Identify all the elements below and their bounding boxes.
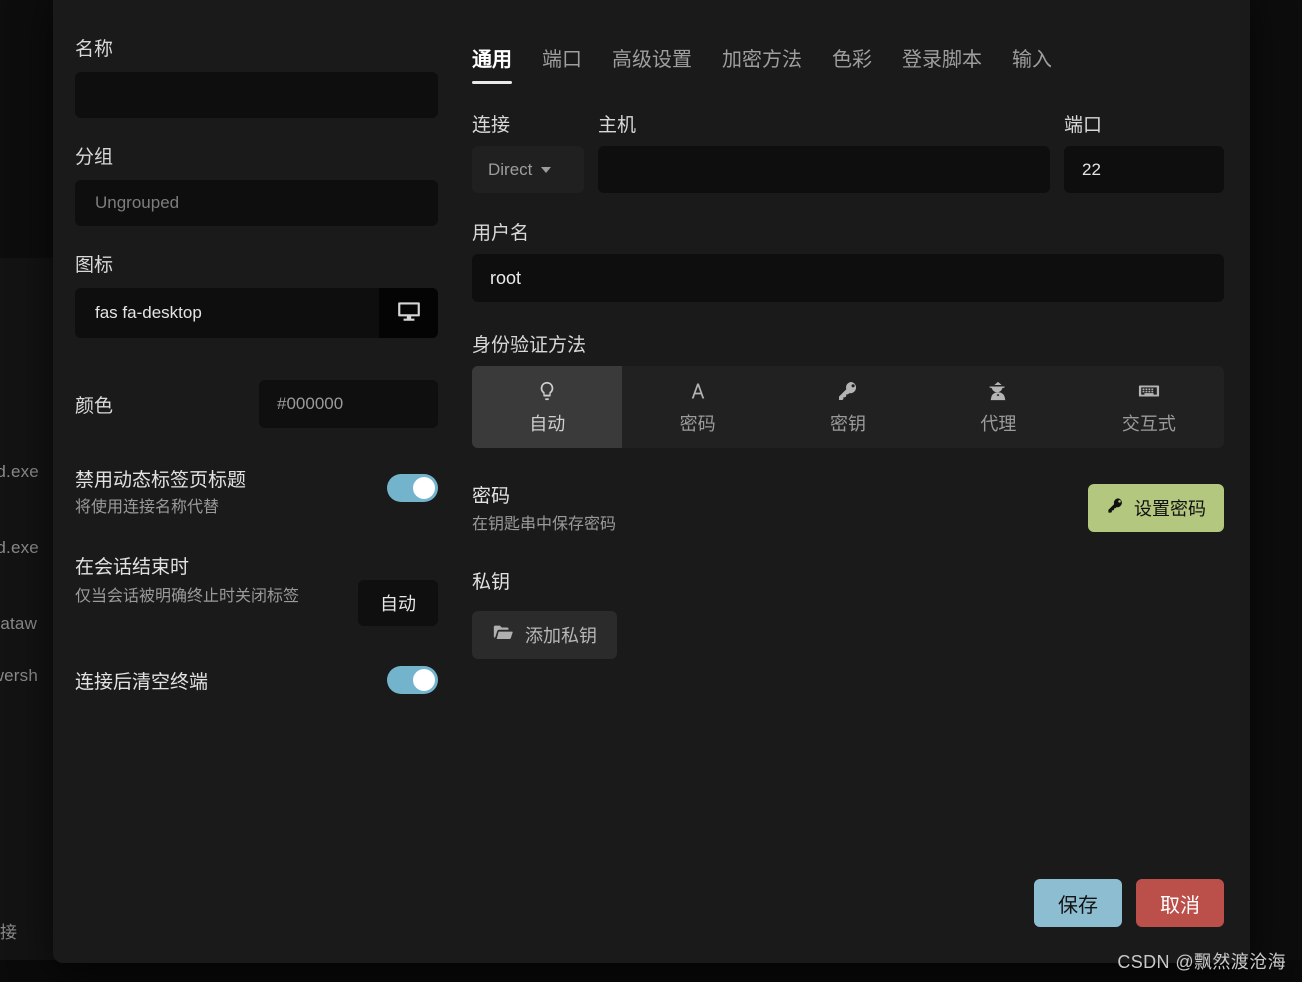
key-icon [836, 378, 860, 404]
tab-port[interactable]: 端口 [542, 43, 582, 84]
auth-method-password[interactable]: 密码 [622, 366, 772, 448]
background-list-item: owersh [0, 666, 39, 685]
on-session-end-row: 在会话结束时 仅当会话被明确终止时关闭标签 自动 [75, 554, 438, 626]
name-field-group: 名称 [75, 38, 459, 118]
background-list-item: md.exe [0, 538, 39, 557]
auth-method-button-group: 自动 密码 密钥 代理 交互式 [472, 366, 1224, 448]
port-field-group: 端口 [1064, 110, 1224, 193]
tab-encryption[interactable]: 加密方法 [722, 43, 802, 84]
password-row: 密码 在钥匙串中保存密码 设置密码 [472, 484, 1224, 537]
auth-method-label-interactive: 交互式 [1121, 414, 1176, 434]
name-label: 名称 [75, 39, 114, 60]
folder-open-icon [492, 622, 514, 649]
port-label: 端口 [1064, 115, 1103, 136]
left-settings-column: 名称 分组 图标 [75, 38, 459, 694]
icon-label: 图标 [75, 255, 114, 276]
desktop-icon [396, 298, 422, 329]
keyboard-icon [1136, 378, 1162, 404]
password-sublabel: 在钥匙串中保存密码 [472, 516, 617, 533]
letter-a-icon [688, 378, 708, 404]
set-password-button[interactable]: 设置密码 [1088, 484, 1224, 532]
icon-field-group: 图标 [75, 254, 459, 338]
save-button[interactable]: 保存 [1034, 879, 1122, 927]
auth-method-interactive[interactable]: 交互式 [1074, 366, 1224, 448]
connection-type-value: Direct [488, 159, 533, 179]
icon-preview-button[interactable] [379, 288, 438, 338]
group-field-group: 分组 [75, 146, 459, 226]
background-bottom-strip [0, 960, 1302, 982]
disable-dynamic-title-label: 禁用动态标签页标题 [75, 470, 247, 491]
private-key-label: 私钥 [472, 572, 511, 593]
tab-colors[interactable]: 色彩 [832, 43, 872, 84]
dialog-body: 名称 分组 图标 [53, 0, 1250, 963]
disable-dynamic-title-sublabel: 将使用连接名称代替 [75, 499, 220, 516]
connection-type-select[interactable]: Direct [472, 146, 584, 193]
auth-method-label-key: 密钥 [830, 414, 867, 434]
password-text: 密码 在钥匙串中保存密码 [472, 484, 616, 537]
group-label: 分组 [75, 147, 114, 168]
auth-method-key[interactable]: 密钥 [773, 366, 923, 448]
on-session-end-text: 在会话结束时 仅当会话被明确终止时关闭标签 [75, 554, 299, 611]
clear-terminal-label: 连接后清空终端 [75, 671, 209, 693]
cancel-button[interactable]: 取消 [1136, 879, 1224, 927]
dialog-footer: 保存 取消 [1034, 879, 1224, 927]
auth-method-agent[interactable]: 代理 [923, 366, 1073, 448]
toggle-knob [413, 669, 435, 691]
clear-terminal-row: 连接后清空终端 [75, 666, 438, 694]
watermark: CSDN @飘然渡沧海 [1117, 952, 1286, 972]
username-input[interactable] [472, 254, 1224, 302]
port-input[interactable] [1064, 146, 1224, 193]
color-input[interactable] [259, 380, 438, 428]
add-private-key-button-label: 添加私钥 [525, 626, 597, 646]
username-field-group: 用户名 [472, 218, 1224, 302]
tab-login-script[interactable]: 登录脚本 [902, 43, 982, 84]
private-key-group: 私钥 添加私钥 [472, 567, 1224, 659]
host-field-group: 主机 [598, 110, 1050, 193]
disable-dynamic-title-toggle[interactable] [387, 474, 438, 502]
on-session-end-select[interactable]: 自动 [358, 580, 438, 626]
on-session-end-sublabel: 仅当会话被明确终止时关闭标签 [75, 588, 300, 605]
right-settings-column: 通用 端口 高级设置 加密方法 色彩 登录脚本 输入 连接 Direct 主机 … [472, 38, 1224, 659]
name-input[interactable] [75, 72, 438, 118]
connection-field-group: 连接 Direct [472, 110, 584, 193]
set-password-button-label: 设置密码 [1134, 499, 1206, 519]
auth-method-auto[interactable]: 自动 [472, 366, 623, 448]
settings-tabs: 通用 端口 高级设置 加密方法 色彩 登录脚本 输入 [472, 38, 1224, 84]
lightbulb-icon [536, 378, 558, 404]
host-input[interactable] [598, 146, 1050, 193]
background-list-item: 接 [0, 923, 18, 942]
auth-method-label-auto: 自动 [529, 414, 566, 434]
screen: md.exe md.exe ydataw owersh 接 名称 分组 图标 [0, 0, 1302, 982]
connection-settings-dialog: 名称 分组 图标 [53, 0, 1250, 963]
group-input[interactable] [75, 180, 438, 226]
username-label: 用户名 [472, 223, 530, 244]
background-list-item: ydataw [0, 614, 38, 633]
color-field-group: 颜色 [75, 380, 459, 428]
chevron-down-icon [541, 166, 552, 173]
disable-dynamic-title-text: 禁用动态标签页标题 将使用连接名称代替 [75, 468, 246, 520]
clear-terminal-toggle[interactable] [387, 666, 438, 694]
auth-method-group: 身份验证方法 自动 密码 密钥 代理 交互式 [472, 330, 1224, 448]
add-private-key-button[interactable]: 添加私钥 [472, 611, 617, 659]
on-session-end-label: 在会话结束时 [75, 557, 190, 578]
icon-input-row [75, 288, 438, 338]
color-label: 颜色 [75, 395, 114, 417]
connection-host-port-row: 连接 Direct 主机 端口 [472, 110, 1224, 193]
disable-dynamic-title-row: 禁用动态标签页标题 将使用连接名称代替 [75, 468, 438, 520]
auth-method-label-password: 密码 [679, 414, 716, 434]
tab-general[interactable]: 通用 [472, 43, 512, 84]
key-icon [1106, 496, 1125, 520]
auth-method-label-agent: 代理 [980, 414, 1017, 434]
background-list-item: md.exe [0, 462, 39, 481]
host-label: 主机 [598, 115, 637, 136]
toggle-knob [413, 477, 435, 499]
tab-advanced[interactable]: 高级设置 [612, 43, 692, 84]
password-label: 密码 [472, 486, 511, 507]
connection-label: 连接 [472, 115, 511, 136]
auth-method-label: 身份验证方法 [472, 335, 587, 356]
tab-input[interactable]: 输入 [1012, 43, 1052, 84]
user-secret-icon [987, 378, 1009, 404]
